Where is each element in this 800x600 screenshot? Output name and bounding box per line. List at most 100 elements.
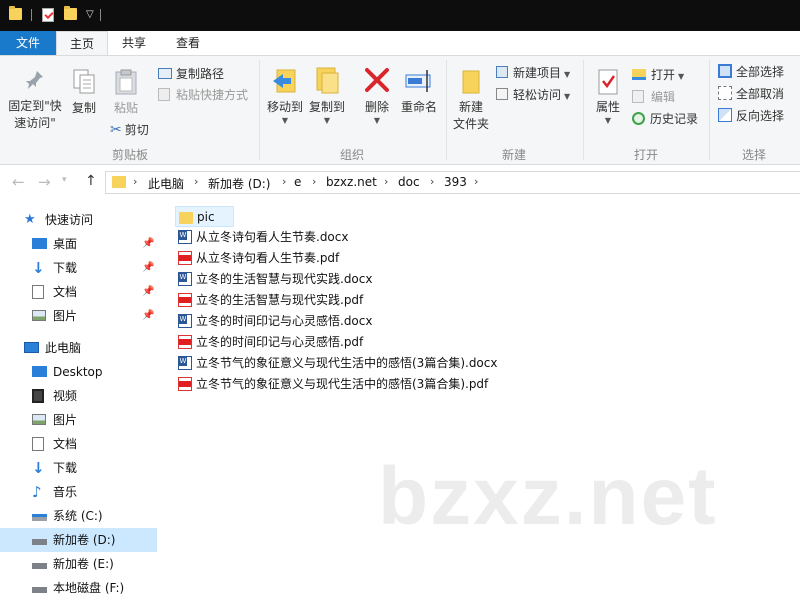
select-all-icon — [718, 64, 732, 78]
new-folder-quick-icon[interactable] — [64, 6, 77, 20]
group-label-new: 新建 — [501, 148, 526, 162]
nav-item-drive-c[interactable]: 系统 (C:) — [0, 504, 157, 528]
new-folder-label-line1: 新建 — [458, 100, 483, 114]
customize-quick-access-icon[interactable]: ▽ — [86, 9, 94, 20]
group-label-organize: 组织 — [339, 148, 364, 162]
nav-item-documents[interactable]: 文档 — [0, 432, 157, 456]
file-name: 立冬的生活智慧与现代实践.pdf — [196, 293, 364, 307]
properties-button[interactable]: 属性 ▼ — [589, 68, 627, 126]
nav-quick-access-label: 快速访问 — [45, 213, 94, 227]
breadcrumb-bzxz[interactable]: bzxz.net — [326, 175, 377, 189]
watermark: bzxz.net — [378, 451, 718, 542]
copy-to-label: 复制到 — [308, 100, 345, 114]
select-none-button[interactable]: 全部取消 — [718, 84, 784, 104]
breadcrumb-393[interactable]: 393 — [444, 175, 467, 189]
music-note-icon: ♪ — [32, 483, 42, 501]
tab-share[interactable]: 共享 — [112, 31, 156, 56]
new-folder-button[interactable]: 新建 文件夹 — [450, 68, 492, 133]
nav-item-label: 图片 — [53, 413, 78, 427]
nav-item-drive-e[interactable]: 新加卷 (E:) — [0, 552, 157, 576]
list-item[interactable]: pic — [175, 206, 234, 227]
nav-quick-access[interactable]: ★ 快速访问 — [0, 208, 157, 232]
easy-access-button[interactable]: 轻松访问 ▼ — [496, 85, 570, 105]
nav-item-videos[interactable]: 视频 — [0, 384, 157, 408]
title-bar: ▽ — [0, 0, 800, 31]
pin-to-quick-access-button[interactable]: 固定到"快 速访问" — [4, 68, 66, 132]
pdf-icon — [178, 251, 192, 265]
nav-this-pc[interactable]: 此电脑 — [0, 336, 157, 360]
properties-quick-icon[interactable] — [42, 8, 54, 22]
nav-item-label: 新加卷 (D:) — [53, 533, 116, 547]
paste-shortcut-button[interactable]: 粘贴快捷方式 — [158, 85, 248, 105]
pin-icon[interactable]: 📌 — [142, 304, 154, 328]
pin-icon[interactable]: 📌 — [142, 280, 154, 304]
breadcrumb-drive-d[interactable]: 新加卷 (D:) — [208, 175, 270, 192]
file-name: pic — [197, 210, 215, 224]
breadcrumb-this-pc[interactable]: 此电脑 — [148, 175, 184, 192]
copy-to-button[interactable]: 复制到 ▼ — [306, 66, 348, 126]
cut-button[interactable]: ✂ 剪切 — [110, 120, 149, 140]
breadcrumb-chevron-icon[interactable]: › — [384, 175, 388, 188]
paste-shortcut-label: 粘贴快捷方式 — [176, 88, 249, 102]
delete-button[interactable]: 删除 ▼ — [358, 66, 396, 126]
nav-item-label: 文档 — [53, 437, 78, 451]
rename-label: 重命名 — [400, 100, 437, 114]
copy-path-button[interactable]: 复制路径 — [158, 64, 224, 84]
navigation-pane: ★ 快速访问 桌面 📌 ↓ 下载 📌 文档 📌 图片 📌 此电脑 Desktop… — [0, 199, 165, 600]
pin-icon[interactable]: 📌 — [142, 232, 154, 256]
tab-home[interactable]: 主页 — [56, 31, 108, 56]
up-arrow-icon[interactable]: ↑ — [85, 173, 97, 189]
pdf-icon — [178, 335, 192, 349]
nav-item-label: 下载 — [53, 461, 78, 475]
document-icon — [32, 437, 44, 451]
tab-file[interactable]: 文件 — [0, 31, 56, 56]
new-folder-label-line2: 文件夹 — [452, 117, 489, 131]
breadcrumb-e[interactable]: e — [294, 175, 301, 189]
nav-item-downloads[interactable]: ↓ 下载 — [0, 456, 157, 480]
select-all-button[interactable]: 全部选择 — [718, 62, 784, 82]
new-item-button[interactable]: 新建项目 ▼ — [496, 63, 570, 83]
recent-locations-chevron-icon[interactable]: ▾ — [62, 175, 67, 185]
divider — [31, 9, 32, 21]
nav-item-desktop[interactable]: Desktop — [0, 360, 157, 384]
navigation-bar: ← → ▾ ↑ › 此电脑 › 新加卷 (D:) › e › bzxz.net … — [0, 166, 800, 199]
back-arrow-icon[interactable]: ← — [12, 173, 25, 191]
nav-item-music[interactable]: ♪ 音乐 — [0, 480, 157, 504]
copy-button[interactable]: 复制 — [66, 68, 102, 117]
nav-item-documents-qa[interactable]: 文档 📌 — [0, 280, 157, 304]
nav-item-downloads-qa[interactable]: ↓ 下载 📌 — [0, 256, 157, 280]
nav-item-desktop-qa[interactable]: 桌面 📌 — [0, 232, 157, 256]
chevron-down-icon: ▼ — [323, 116, 331, 125]
download-arrow-icon: ↓ — [32, 459, 45, 477]
breadcrumb-chevron-icon[interactable]: › — [133, 175, 137, 188]
edit-icon — [632, 90, 644, 103]
nav-item-label: 桌面 — [53, 237, 78, 251]
invert-selection-button[interactable]: 反向选择 — [718, 106, 784, 126]
nav-item-drive-d[interactable]: 新加卷 (D:) — [0, 528, 157, 552]
history-button[interactable]: 历史记录 — [632, 109, 698, 129]
star-icon: ★ — [24, 212, 36, 227]
pin-icon[interactable]: 📌 — [142, 256, 154, 280]
nav-item-drive-f[interactable]: 本地磁盘 (F:) — [0, 576, 157, 600]
rename-button[interactable]: 重命名 — [398, 66, 440, 116]
forward-arrow-icon[interactable]: → — [38, 173, 51, 191]
nav-item-pictures[interactable]: 图片 — [0, 408, 157, 432]
breadcrumb-chevron-icon[interactable]: › — [194, 175, 198, 188]
address-bar[interactable]: › 此电脑 › 新加卷 (D:) › e › bzxz.net › doc › … — [105, 171, 800, 194]
move-to-icon — [273, 69, 296, 93]
nav-item-pictures-qa[interactable]: 图片 📌 — [0, 304, 157, 328]
breadcrumb-chevron-icon[interactable]: › — [282, 175, 286, 188]
edit-button[interactable]: 编辑 — [632, 87, 675, 107]
breadcrumb-chevron-icon[interactable]: › — [474, 175, 478, 188]
nav-item-label: 本地磁盘 (F:) — [53, 581, 125, 595]
open-button[interactable]: 打开 ▼ — [632, 65, 684, 85]
cut-label: 剪切 — [124, 123, 149, 137]
breadcrumb-doc[interactable]: doc — [398, 175, 420, 189]
nav-item-label: 系统 (C:) — [53, 509, 103, 523]
breadcrumb-chevron-icon[interactable]: › — [430, 175, 434, 188]
tab-view[interactable]: 查看 — [166, 31, 210, 56]
chevron-down-icon: ▼ — [678, 72, 685, 81]
move-to-button[interactable]: 移动到 ▼ — [264, 66, 306, 126]
paste-button[interactable]: 粘贴 — [106, 68, 146, 117]
breadcrumb-chevron-icon[interactable]: › — [312, 175, 316, 188]
